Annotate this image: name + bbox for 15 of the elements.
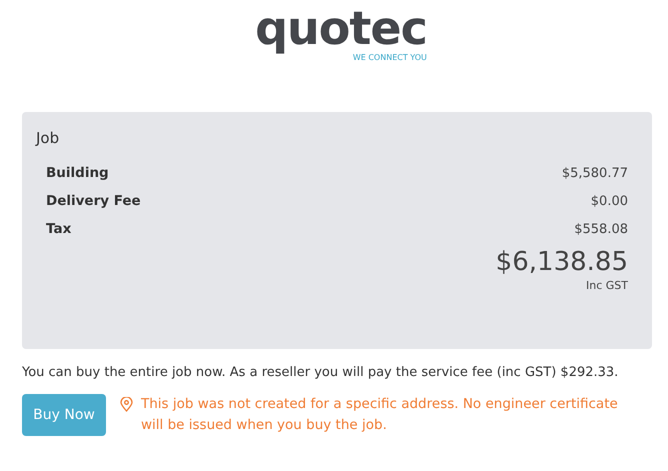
line-label: Delivery Fee [46, 193, 141, 209]
line-amount: $5,580.77 [562, 166, 628, 180]
line-label: Building [46, 165, 109, 181]
logo-name: quotec [255, 4, 427, 52]
total-note: Inc GST [586, 279, 628, 292]
logo-tagline: WE CONNECT YOU [352, 53, 427, 63]
service-fee-message: You can buy the entire job now. As a reseller you will pay the service fee (inc GST) $292.33. [22, 365, 620, 380]
warning-text: This job was not created for a specific address. No engineer certificate will be issued when you buy the job. [141, 395, 619, 435]
line-amount: $0.00 [590, 194, 628, 208]
card-title: Job [36, 129, 60, 147]
total-amount: $6,138.85 [496, 247, 628, 277]
line-amount: $558.08 [574, 222, 628, 236]
line-label: Tax [46, 221, 72, 237]
buy-now-button[interactable]: Buy Now [22, 394, 106, 436]
location-pin-icon [120, 397, 133, 412]
